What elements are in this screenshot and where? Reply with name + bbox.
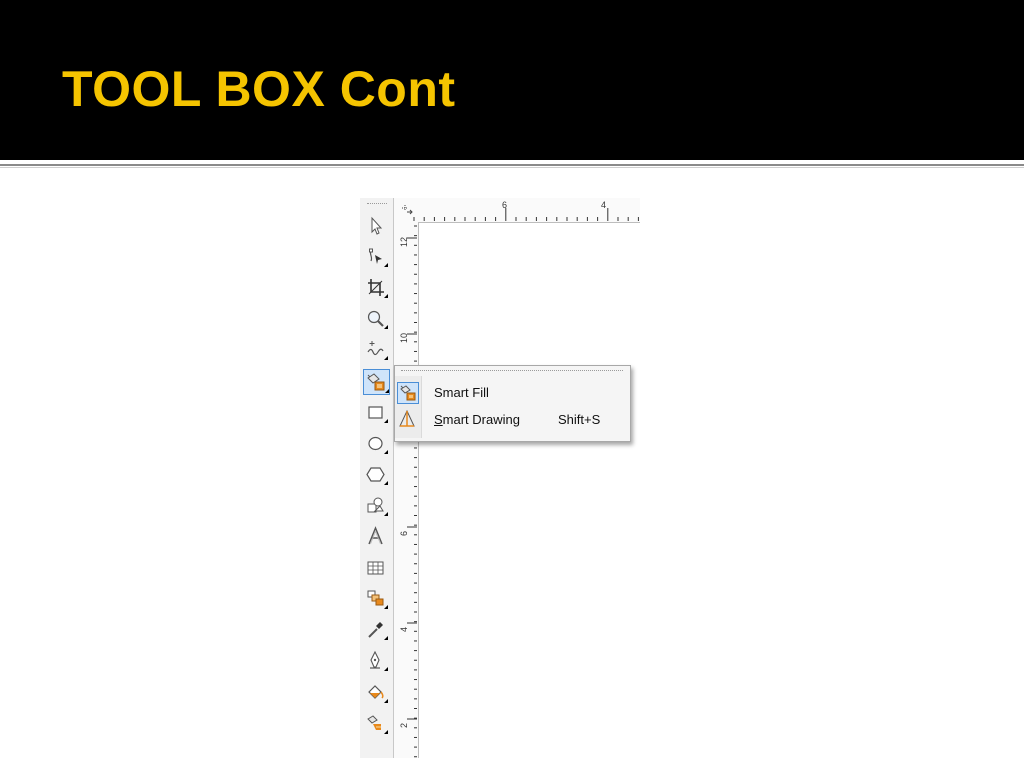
tool-button[interactable] — [363, 711, 390, 737]
tool-button[interactable] — [363, 617, 390, 643]
interactive-fill-tool-icon — [367, 714, 388, 734]
menu-item-smart-fill[interactable]: Smart Fill — [395, 381, 630, 405]
tool-button[interactable] — [363, 337, 390, 363]
tool-button[interactable] — [363, 555, 390, 581]
smart-fill-tool-icon — [367, 372, 389, 393]
smart-tools-flyout: Smart Fill Smart Drawing Shift+S — [394, 365, 631, 442]
shape-tool-icon — [369, 248, 388, 268]
ruler-label: 2 — [399, 722, 409, 728]
horizontal-ruler[interactable]: 6 4 — [394, 198, 640, 223]
tool-button[interactable] — [363, 400, 390, 426]
crop-tool-icon — [368, 279, 388, 299]
tool-button[interactable] — [363, 586, 390, 612]
header-divider-light — [0, 167, 1024, 168]
ellipse-tool-icon — [368, 436, 388, 454]
smart-drawing-icon — [397, 409, 419, 431]
tool-button[interactable] — [363, 462, 390, 488]
menu-item-smart-drawing[interactable]: Smart Drawing Shift+S — [395, 408, 630, 432]
menu-item-label: Smart Drawing — [434, 412, 520, 427]
slide-title: TOOL BOX Cont — [62, 61, 456, 117]
tool-button[interactable] — [363, 431, 390, 457]
text-tool-icon — [368, 526, 383, 545]
tool-button[interactable] — [363, 306, 390, 332]
polygon-tool-icon — [366, 467, 388, 485]
tool-button[interactable] — [363, 680, 390, 706]
coreldraw-workspace: 6 4 12 10 6 4 2 — [360, 198, 640, 758]
fill-tool-icon — [368, 684, 388, 703]
mnemonic-letter: S — [434, 412, 443, 427]
tool-button[interactable] — [363, 648, 390, 674]
blend-tool-icon — [367, 590, 388, 610]
freehand-tool-icon — [367, 341, 388, 361]
tool-button[interactable] — [363, 275, 390, 301]
ruler-label: 10 — [399, 332, 409, 343]
tool-button[interactable] — [363, 368, 390, 395]
drawing-page[interactable] — [419, 223, 640, 758]
toolbox-grip[interactable] — [367, 203, 387, 206]
tool-button[interactable] — [363, 493, 390, 519]
zoom-tool-icon — [367, 311, 388, 330]
toolbox — [360, 198, 394, 758]
pick-tool-icon — [371, 216, 383, 235]
eyedropper-tool-icon — [368, 622, 388, 641]
basic-shapes-tool-icon — [367, 497, 388, 516]
outline-pen-tool-icon — [370, 651, 388, 672]
menu-item-label: Smart Fill — [434, 385, 489, 400]
flyout-grip[interactable] — [401, 370, 623, 372]
tool-button[interactable] — [363, 244, 390, 270]
table-tool-icon — [367, 561, 384, 575]
slide-header: TOOL BOX Cont — [0, 0, 1024, 160]
tool-button[interactable] — [363, 213, 390, 239]
ruler-label: 6 — [502, 200, 508, 210]
ruler-origin-icon[interactable] — [394, 198, 418, 222]
ruler-label: 4 — [399, 626, 409, 632]
smart-fill-icon — [397, 382, 419, 404]
vertical-ruler[interactable]: 12 10 6 4 2 — [394, 222, 419, 758]
rectangle-tool-icon — [368, 405, 388, 423]
ruler-label: 6 — [399, 530, 409, 536]
menu-item-label-rest: mart Drawing — [442, 412, 520, 427]
ruler-label: 12 — [399, 236, 409, 247]
tool-button[interactable] — [363, 524, 390, 550]
ruler-label: 4 — [601, 200, 607, 210]
header-divider — [0, 164, 1024, 166]
menu-item-shortcut: Shift+S — [558, 412, 601, 427]
